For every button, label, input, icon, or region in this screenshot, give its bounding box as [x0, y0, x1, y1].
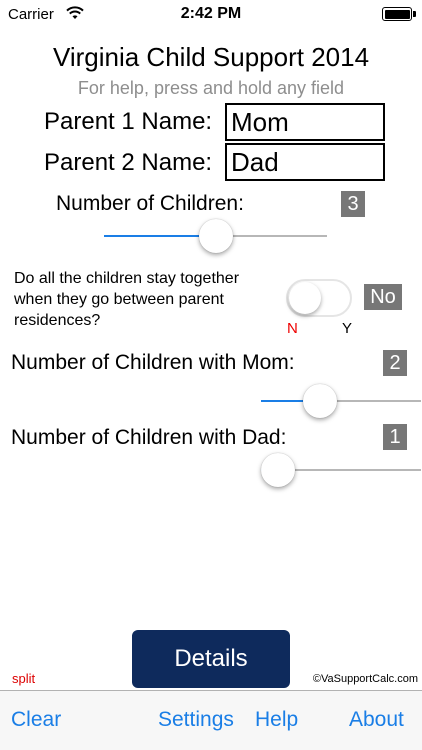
with-dad-label: Number of Children with Dad:	[11, 426, 287, 449]
together-answer-badge: No	[364, 284, 402, 310]
slider-thumb[interactable]	[302, 384, 337, 418]
battery-nub	[413, 11, 416, 17]
children-count-badge: 3	[341, 191, 365, 217]
status-bar: Carrier 2:42 PM	[0, 0, 422, 30]
clear-button[interactable]: Clear	[11, 708, 61, 732]
about-button[interactable]: About	[349, 708, 404, 732]
together-question: Do all the children stay together when t…	[14, 270, 240, 329]
clock: 2:42 PM	[180, 5, 242, 22]
copyright-label: ©VaSupportCalc.com	[312, 673, 418, 685]
slider-thumb[interactable]	[261, 453, 295, 487]
slider-thumb[interactable]	[198, 219, 233, 253]
with-mom-slider[interactable]	[261, 384, 421, 418]
split-label: split	[12, 671, 36, 686]
children-slider[interactable]	[104, 219, 327, 253]
parent1-label: Parent 1 Name:	[44, 108, 213, 135]
parent2-label: Parent 2 Name:	[44, 149, 213, 176]
battery-icon	[382, 7, 412, 21]
together-toggle[interactable]	[286, 279, 352, 317]
help-hint: For help, press and hold any field	[77, 78, 345, 98]
toggle-knob	[289, 282, 321, 314]
with-dad-count-badge: 1	[383, 424, 407, 450]
parent2-name-field[interactable]: Dad	[225, 143, 385, 181]
with-mom-count-badge: 2	[383, 350, 407, 376]
details-button[interactable]: Details	[132, 630, 290, 688]
page-title: Virginia Child Support 2014	[52, 42, 370, 72]
parent1-name-field[interactable]: Mom	[225, 103, 385, 141]
toggle-no-label: N	[287, 320, 298, 337]
toggle-yes-label: Y	[342, 320, 353, 337]
settings-button[interactable]: Settings	[158, 708, 234, 732]
with-dad-slider[interactable]	[261, 453, 421, 487]
help-button[interactable]: Help	[255, 708, 298, 732]
with-mom-label: Number of Children with Mom:	[11, 351, 295, 374]
children-label: Number of Children:	[56, 192, 244, 215]
